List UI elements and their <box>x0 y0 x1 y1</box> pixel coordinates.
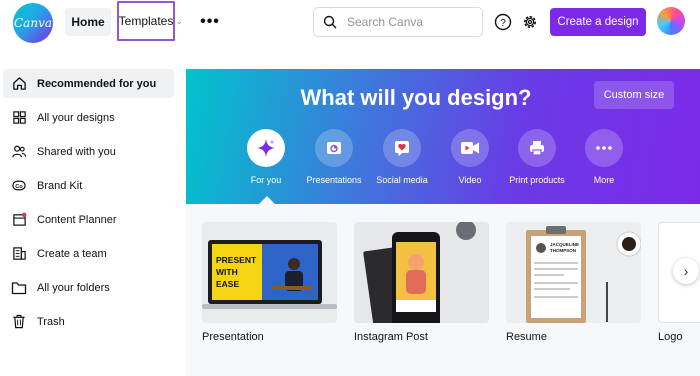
sidebar-item-trash[interactable]: Trash <box>3 307 174 336</box>
template-name: Instagram Post <box>354 331 428 343</box>
sidebar-item-recommended[interactable]: Recommended for you <box>3 69 174 98</box>
search-icon <box>323 15 337 29</box>
nav-templates-button[interactable]: Templates ⌄ <box>117 1 183 41</box>
canva-logo[interactable]: Canva <box>13 3 53 43</box>
more-icon <box>585 129 623 167</box>
hero-title: What will you design? <box>300 85 532 110</box>
sidebar-item-brand-kit[interactable]: Co Brand Kit <box>3 171 174 200</box>
video-icon <box>451 129 489 167</box>
home-icon <box>11 76 27 92</box>
category-more[interactable]: More <box>564 129 644 185</box>
template-thumbnail-text: JACQUELINE THOMPSON <box>550 242 580 253</box>
sidebar-item-label: Brand Kit <box>37 179 83 192</box>
hero-banner: What will you design? Custom size For yo… <box>186 69 700 204</box>
sidebar-item-shared[interactable]: Shared with you <box>3 137 174 166</box>
search-bar[interactable] <box>313 7 483 37</box>
template-thumbnail-text: PRESENT WITH EASE <box>216 255 257 289</box>
help-icon[interactable]: ? <box>493 12 513 32</box>
sparkle-icon <box>247 129 285 167</box>
template-card-instagram-post[interactable]: Instagram Post <box>354 222 489 343</box>
template-thumbnail <box>354 222 489 323</box>
sidebar-item-folders[interactable]: All your folders <box>3 273 174 302</box>
svg-text:?: ? <box>500 18 506 29</box>
nav-templates-label: Templates <box>118 14 174 28</box>
presentation-icon <box>315 129 353 167</box>
sidebar-item-label: Shared with you <box>37 145 116 158</box>
top-bar: Canva Home Templates ⌄ ••• ? Create a de… <box>0 0 700 46</box>
sidebar-item-label: Create a team <box>37 247 107 260</box>
heart-icon <box>383 129 421 167</box>
more-menu-button[interactable]: ••• <box>199 8 221 36</box>
template-card-resume[interactable]: JACQUELINE THOMPSON Resume <box>506 222 641 343</box>
sidebar-item-all-designs[interactable]: All your designs <box>3 103 174 132</box>
trash-icon <box>11 314 27 330</box>
building-icon <box>11 246 27 262</box>
search-input[interactable] <box>345 14 469 30</box>
folder-icon <box>11 280 27 296</box>
sidebar-item-content-planner[interactable]: Content Planner <box>3 205 174 234</box>
calendar-icon <box>11 212 27 228</box>
grid-icon <box>11 110 27 126</box>
template-thumbnail: PRESENT WITH EASE <box>202 222 337 323</box>
printer-icon <box>518 129 556 167</box>
brand-kit-icon: Co <box>11 178 27 194</box>
sidebar-item-label: All your folders <box>37 281 110 294</box>
template-card-presentation[interactable]: PRESENT WITH EASE Presentation <box>202 222 337 343</box>
custom-size-button[interactable]: Custom size <box>594 81 674 109</box>
sidebar-item-label: All your designs <box>37 111 115 124</box>
sidebar-item-label: Recommended for you <box>37 77 157 90</box>
chevron-down-icon: ⌄ <box>175 16 183 26</box>
template-name: Logo <box>658 331 683 343</box>
nav-home-button[interactable]: Home <box>65 8 111 36</box>
people-icon <box>11 144 27 160</box>
create-a-design-button[interactable]: Create a design <box>550 8 646 36</box>
sidebar-item-label: Trash <box>37 315 65 328</box>
svg-text:Co: Co <box>15 184 23 190</box>
template-grid: PRESENT WITH EASE Presentation Instagram… <box>186 204 700 376</box>
template-thumbnail: JACQUELINE THOMPSON <box>506 222 641 323</box>
avatar[interactable] <box>657 7 685 35</box>
settings-gear-icon[interactable] <box>520 12 540 32</box>
sidebar-item-create-team[interactable]: Create a team <box>3 239 174 268</box>
scroll-right-arrow-icon[interactable]: › <box>673 258 699 284</box>
template-name: Presentation <box>202 331 264 343</box>
template-name: Resume <box>506 331 547 343</box>
active-category-indicator <box>259 196 275 204</box>
sidebar-item-label: Content Planner <box>37 213 117 226</box>
category-label: More <box>593 175 615 185</box>
